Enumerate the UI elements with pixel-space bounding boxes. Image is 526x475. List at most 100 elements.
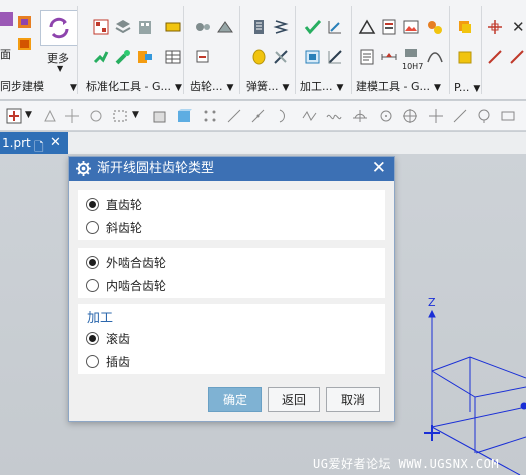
box-icon[interactable]	[152, 108, 168, 124]
spur-gear-option[interactable]: 直齿轮	[86, 195, 142, 213]
wire-top	[431, 356, 526, 379]
crosshair-tool-icon[interactable]	[428, 108, 444, 124]
measure-icon[interactable]	[326, 18, 344, 36]
image-icon[interactable]	[402, 18, 420, 36]
cut-icon[interactable]	[326, 48, 344, 66]
diagonal-icon[interactable]	[508, 48, 526, 66]
tangent-tool-icon[interactable]	[352, 108, 368, 124]
spring-edit-icon[interactable]	[272, 48, 290, 66]
group-label-standard[interactable]: 标准化工具 - G... ▼	[86, 78, 182, 94]
helical-gear-radio[interactable]	[86, 220, 99, 234]
shaping-option[interactable]: 插齿	[86, 352, 130, 370]
spline-tool-icon[interactable]	[302, 108, 318, 124]
file-tab-close-icon[interactable]: ✕	[50, 132, 61, 154]
gear-tool-icon[interactable]	[194, 48, 212, 66]
shaping-label[interactable]: 插齿	[106, 353, 130, 370]
center-tool-icon[interactable]	[402, 108, 418, 124]
bolt-icon[interactable]	[136, 48, 154, 66]
hobbing-radio[interactable]	[86, 331, 99, 345]
bevel-gear-icon[interactable]	[216, 18, 234, 36]
helical-gear-option[interactable]: 斜齿轮	[86, 218, 142, 236]
dialog-title-bar[interactable]: 渐开线圆柱齿轮类型 ✕	[69, 157, 394, 181]
curve-icon[interactable]	[426, 48, 444, 66]
move-icon[interactable]	[64, 108, 80, 124]
snap-dropdown-icon[interactable]: ▼	[25, 110, 32, 120]
snap-icon[interactable]	[6, 108, 22, 124]
shaft-icon[interactable]	[92, 48, 110, 66]
spring-icon[interactable]	[272, 18, 290, 36]
move-face-icon[interactable]	[16, 13, 34, 31]
transform-icon[interactable]	[42, 108, 58, 124]
face-tool-icon[interactable]	[0, 10, 16, 28]
slash-tool-icon[interactable]	[452, 108, 468, 124]
back-button[interactable]: 返回	[268, 387, 320, 412]
spur-gear-radio[interactable]	[86, 197, 99, 211]
wrench-icon[interactable]	[114, 48, 132, 66]
hobbing-label[interactable]: 滚齿	[106, 330, 130, 347]
fixture-icon[interactable]	[304, 48, 322, 66]
coin-icon[interactable]	[250, 48, 268, 66]
tag-tool-icon[interactable]	[500, 108, 516, 124]
more-chevron-icon[interactable]: ▼	[57, 64, 63, 73]
z-axis-label: Z	[428, 296, 436, 309]
ribbon-group-spring: 弹簧... ▼	[242, 0, 296, 100]
cube-icon[interactable]	[456, 48, 474, 66]
dimension-icon[interactable]	[380, 48, 398, 66]
group-label-sync[interactable]: 同步建模	[0, 78, 44, 94]
axis-icon[interactable]	[486, 18, 504, 36]
box-select-icon[interactable]	[112, 108, 128, 124]
pull-face-icon[interactable]	[16, 35, 34, 53]
shaping-radio[interactable]	[86, 354, 99, 368]
document-icon[interactable]	[380, 18, 398, 36]
table-icon[interactable]	[164, 48, 182, 66]
stack-icon[interactable]	[114, 18, 132, 36]
ok-button[interactable]: 确定	[208, 387, 262, 412]
group-label-spring[interactable]: 弹簧... ▼	[246, 78, 289, 94]
wave-tool-icon[interactable]	[326, 108, 342, 124]
solid-icon[interactable]	[176, 108, 192, 124]
group-label-modeling[interactable]: 建模工具 - G... ▼	[356, 78, 441, 94]
machining-panel: 加工 滚齿 插齿	[78, 304, 385, 374]
file-tab-label: 1.prt	[2, 136, 31, 150]
circle-tool-icon[interactable]	[378, 108, 394, 124]
spur-gear-label[interactable]: 直齿轮	[106, 196, 142, 213]
line-tool-icon[interactable]	[226, 108, 242, 124]
triangle-icon[interactable]	[358, 18, 376, 36]
point-set-icon[interactable]	[202, 108, 218, 124]
rotate-icon[interactable]	[88, 108, 104, 124]
external-mesh-label[interactable]: 外啮合齿轮	[106, 254, 166, 271]
dialog-close-icon[interactable]: ✕	[372, 158, 386, 178]
gear-pair-icon[interactable]	[194, 18, 212, 36]
gears-icon[interactable]	[426, 18, 444, 36]
pin-tool-icon[interactable]	[476, 108, 492, 124]
external-mesh-radio[interactable]	[86, 255, 99, 269]
z-axis-arrow	[428, 309, 436, 318]
arc-tool-icon[interactable]	[276, 108, 292, 124]
text-doc-icon[interactable]	[358, 48, 376, 66]
select-dropdown-icon[interactable]: ▼	[132, 110, 139, 120]
hobbing-option[interactable]: 滚齿	[86, 329, 130, 347]
group-dropdown-icon[interactable]: ▼	[70, 83, 77, 93]
file-tab[interactable]: 1.prt 🗋 ✕	[0, 132, 68, 154]
external-mesh-option[interactable]: 外啮合齿轮	[86, 253, 166, 271]
internal-mesh-radio[interactable]	[86, 278, 99, 292]
curve-tool-icon[interactable]	[250, 108, 266, 124]
cancel-button[interactable]: 取消	[326, 387, 380, 412]
group-label-p[interactable]: P... ▼	[454, 81, 480, 94]
line-icon[interactable]	[486, 48, 504, 66]
tag-icon[interactable]	[164, 18, 182, 36]
gear-type-panel: 直齿轮 斜齿轮	[78, 190, 385, 240]
check-icon[interactable]	[304, 18, 322, 36]
building-icon[interactable]	[136, 18, 154, 36]
ribbon-group-p: P... ▼	[452, 0, 482, 100]
internal-mesh-option[interactable]: 内啮合齿轮	[86, 276, 166, 294]
group-label-gear[interactable]: 齿轮... ▼	[190, 78, 233, 94]
group-label-machining[interactable]: 加工... ▼	[300, 78, 343, 94]
helical-gear-label[interactable]: 斜齿轮	[106, 219, 142, 236]
internal-mesh-label[interactable]: 内啮合齿轮	[106, 277, 166, 294]
grid-part-icon[interactable]	[92, 18, 110, 36]
x-icon[interactable]: ✕	[512, 18, 525, 36]
more-button[interactable]	[40, 10, 78, 46]
spring-list-icon[interactable]	[250, 18, 268, 36]
cube-stack-icon[interactable]	[456, 18, 474, 36]
